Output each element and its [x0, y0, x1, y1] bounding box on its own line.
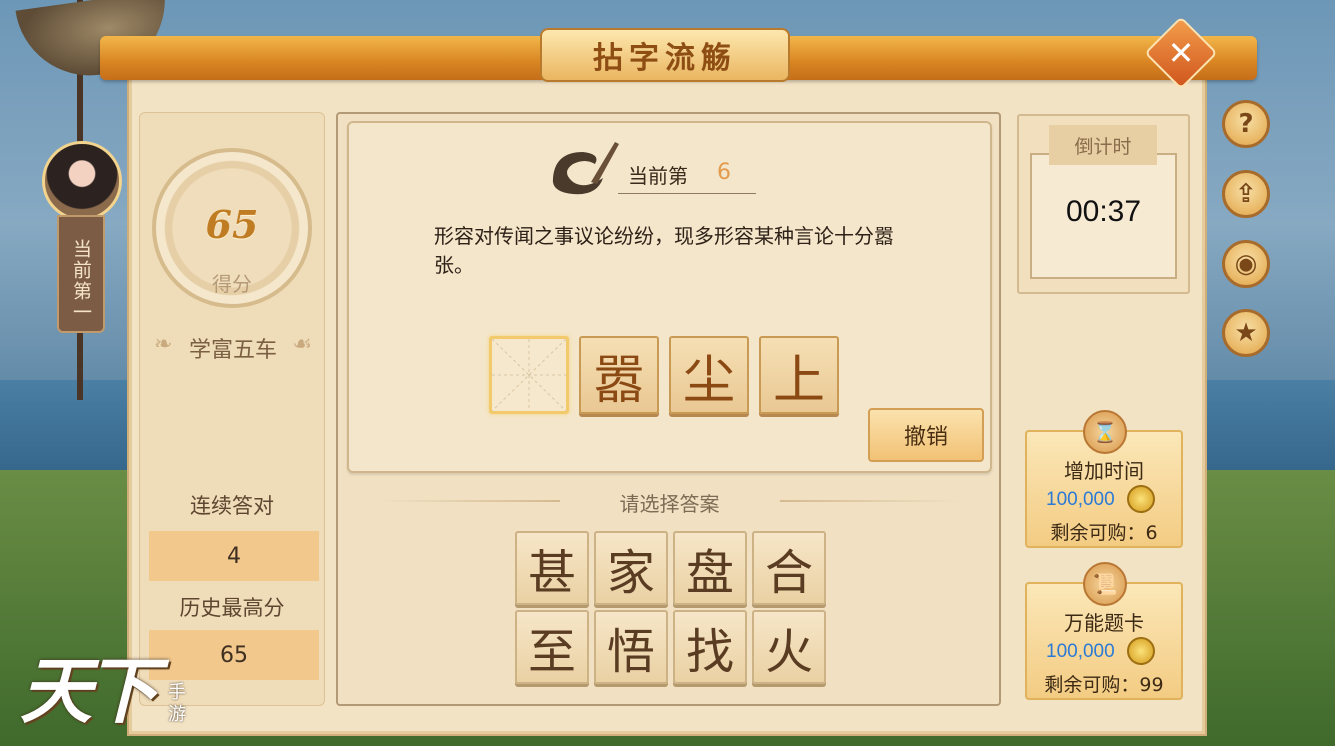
brush-icon [552, 142, 619, 195]
wild-card-title: 万能题卡 [1064, 611, 1144, 635]
option-button[interactable]: 找 [673, 610, 747, 684]
coin-icon [1127, 637, 1155, 665]
grid-guide-icon [492, 339, 566, 411]
select-answer-prompt: 请选择答案 [619, 492, 720, 516]
add-time-remain: 剩余可购：6 [1050, 522, 1158, 544]
option-button[interactable]: 甚 [515, 531, 589, 605]
score-label: 得分 [212, 272, 252, 296]
undo-button[interactable]: 撤销 [868, 408, 984, 462]
wild-card-cost: 100,000 [1046, 641, 1115, 662]
answer-slot-2[interactable]: 嚣 [579, 336, 659, 414]
medal-icon[interactable]: ★ [1222, 309, 1270, 357]
avatar[interactable] [42, 141, 122, 221]
option-button[interactable]: 盘 [673, 531, 747, 605]
answer-slot-1[interactable] [489, 336, 569, 414]
best-score-value: 65 [149, 630, 319, 680]
hourglass-icon: ⌛ [1083, 410, 1127, 454]
answer-slot-3[interactable]: 尘 [669, 336, 749, 414]
game-logo-sub: 手游 [168, 682, 186, 725]
add-time-cost: 100,000 [1046, 489, 1115, 510]
option-button[interactable]: 合 [752, 531, 826, 605]
add-time-title: 增加时间 [1064, 459, 1144, 483]
best-score-label: 历史最高分 [179, 596, 285, 620]
current-question-label: 当前第 [628, 164, 688, 188]
close-icon[interactable]: ✕ [1155, 27, 1207, 79]
option-button[interactable]: 悟 [594, 610, 668, 684]
question-text: 形容对传闻之事议论纷纷，现多形容某种言论十分嚣张。 [434, 224, 894, 277]
current-question-number: 6 [717, 160, 731, 185]
rank-tag: 当前第一 [57, 215, 105, 333]
rank-title: 学富五车 [148, 332, 318, 364]
wild-card-remain: 剩余可购：99 [1044, 674, 1164, 696]
streak-value: 4 [149, 531, 319, 581]
scroll-icon: 📜 [1083, 562, 1127, 606]
score-value: 65 [205, 202, 259, 247]
option-button[interactable]: 火 [752, 610, 826, 684]
coin-icon [1127, 485, 1155, 513]
timer-label: 倒计时 [1049, 125, 1157, 165]
help-icon[interactable]: ? [1222, 100, 1270, 148]
eye-icon[interactable]: ◉ [1222, 240, 1270, 288]
option-button[interactable]: 家 [594, 531, 668, 605]
option-button[interactable]: 至 [515, 610, 589, 684]
answer-slot-4[interactable]: 上 [759, 336, 839, 414]
game-logo: 天下 [20, 648, 158, 733]
streak-label: 连续答对 [190, 494, 274, 518]
timer-value: 00:37 [1065, 195, 1142, 228]
share-icon[interactable]: ⇪ [1222, 170, 1270, 218]
divider [618, 193, 756, 194]
page-title: 拈字流觞 [540, 28, 790, 82]
